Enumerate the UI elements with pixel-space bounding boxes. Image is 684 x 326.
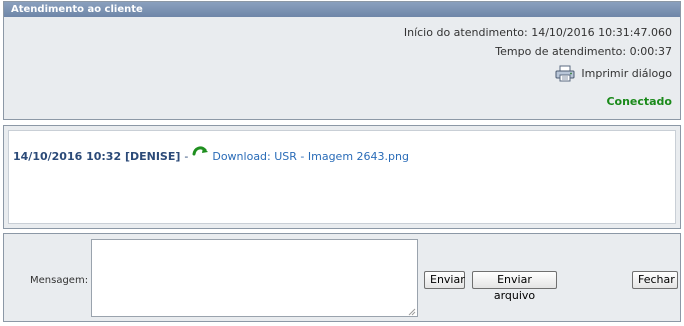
download-link[interactable]: Download: USR - Imagem 2643.png [212,150,409,163]
panel-title: Atendimento ao cliente [4,2,680,17]
duration-label: Tempo de atendimento: 0:00:37 [495,45,672,58]
print-dialog-label: Imprimir diálogo [581,67,672,80]
resize-grip-icon[interactable] [406,306,416,316]
start-time-label: Início do atendimento: 14/10/2016 10:31:… [403,26,672,39]
session-info-panel: Atendimento ao cliente Início do atendim… [3,1,681,120]
download-arrow-icon [192,145,210,159]
chat-panel: 14/10/2016 10:32 [DENISE] - Download: US… [3,125,681,229]
composer-panel: Mensagem: Enviar Enviar arquivo Fechar [3,233,681,322]
close-button[interactable]: Fechar [632,271,678,289]
print-dialog-button[interactable]: Imprimir diálogo [555,65,672,82]
message-input[interactable] [91,239,418,317]
send-button[interactable]: Enviar [424,271,465,289]
chat-message: 14/10/2016 10:32 [DENISE] - Download: US… [13,146,409,163]
send-file-button[interactable]: Enviar arquivo [472,271,557,302]
chat-transcript[interactable]: 14/10/2016 10:32 [DENISE] - Download: US… [8,130,676,224]
connection-status: Conectado [606,95,672,108]
chat-message-meta: 14/10/2016 10:32 [DENISE] [13,149,181,163]
message-label: Mensagem: [30,275,89,286]
chat-message-separator: - [184,149,189,163]
printer-icon [555,65,575,82]
